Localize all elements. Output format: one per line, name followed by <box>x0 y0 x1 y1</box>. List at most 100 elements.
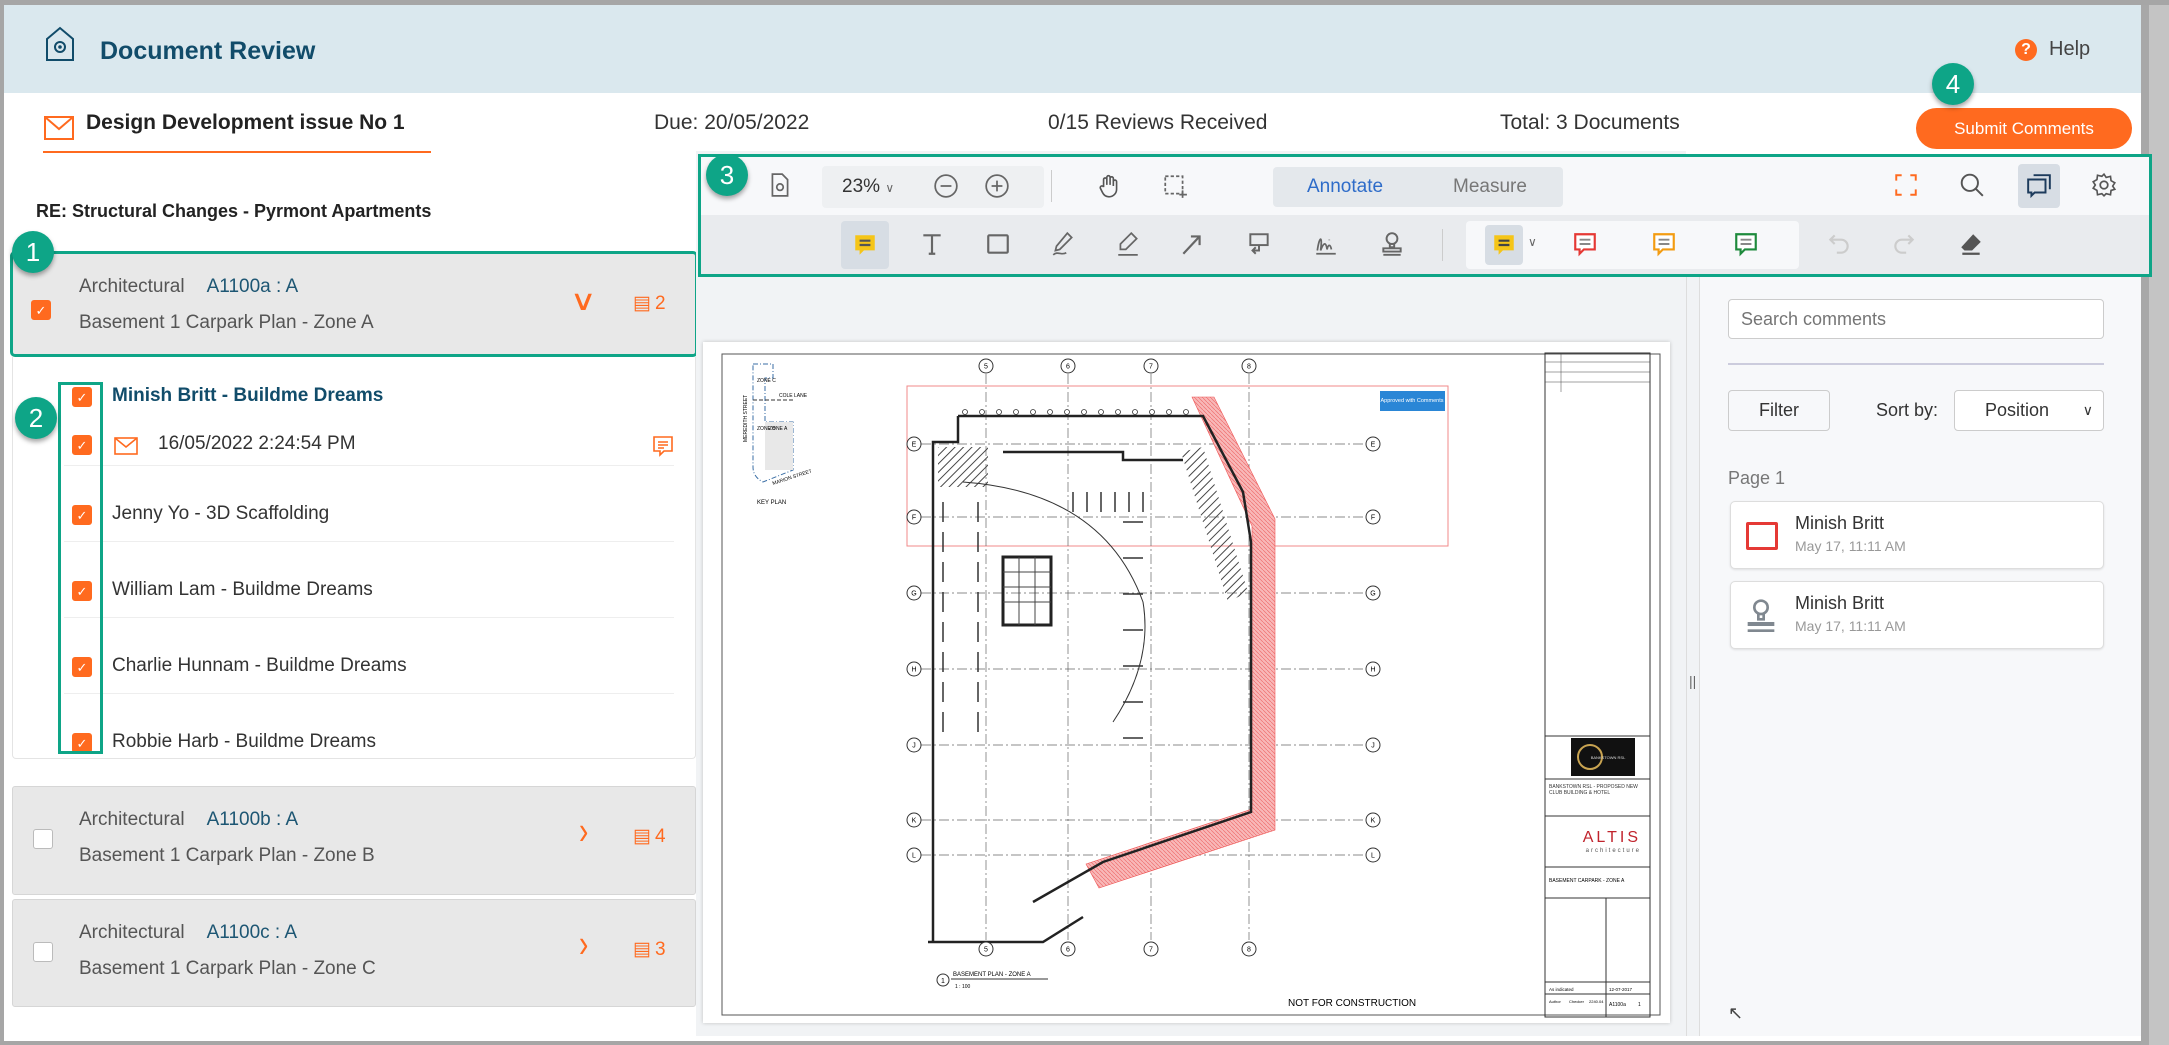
sticky-note-tool-icon[interactable] <box>841 221 889 269</box>
panel-resize-handle[interactable]: || <box>1686 275 1700 1036</box>
total-documents: Total: 3 Documents <box>1500 111 1680 134</box>
grid-column-label: 5 <box>984 364 988 371</box>
drawing-page[interactable]: ZONE C ZONE B ZONE A MEREDITH STREET COL… <box>703 342 1670 1023</box>
highlighter-tool-icon[interactable] <box>1111 227 1145 261</box>
column-marker <box>1098 409 1104 415</box>
zoom-in-icon[interactable] <box>980 169 1014 203</box>
active-tab-underline <box>43 151 431 153</box>
green-note-icon[interactable] <box>1729 227 1763 261</box>
callout-tool-icon[interactable] <box>1242 227 1276 261</box>
chevron-down-icon: ∨ <box>2082 402 2093 418</box>
comments-panel-icon[interactable] <box>2018 164 2060 208</box>
grid-row-label: J <box>912 743 916 750</box>
checked-by: Checker <box>1569 999 1585 1004</box>
column-marker <box>1166 409 1172 415</box>
review-subject: RE: Structural Changes - Pyrmont Apartme… <box>36 201 432 221</box>
reviewer-name[interactable]: Minish Britt - Buildme Dreams <box>112 385 383 407</box>
keyplan-street: MARION STREET <box>772 468 813 486</box>
architect-logo: ALTIS <box>1583 829 1641 846</box>
reviewer-name[interactable]: Jenny Yo - 3D Scaffolding <box>112 503 329 525</box>
mouse-cursor-icon: ↖ <box>1728 1003 1744 1023</box>
zoom-level-select[interactable]: 23% ∨ <box>842 176 894 198</box>
grid-row-label: F <box>1371 515 1375 522</box>
redo-icon[interactable] <box>1887 227 1921 261</box>
chevron-right-icon[interactable]: › <box>579 922 588 967</box>
pan-hand-icon[interactable] <box>1092 169 1126 203</box>
comment-item[interactable]: Minish Britt May 17, 11:11 AM <box>1730 501 2104 569</box>
house-gear-icon <box>46 26 74 61</box>
reviewer-name[interactable]: William Lam - Buildme Dreams <box>112 579 373 601</box>
grid-row-label: K <box>1371 818 1376 825</box>
reviews-received: 0/15 Reviews Received <box>1048 111 1268 134</box>
eraser-icon[interactable] <box>1954 227 1988 261</box>
callout-badge-1: 1 <box>12 231 54 273</box>
rectangle-tool-icon[interactable] <box>981 227 1015 261</box>
sort-select[interactable]: Position ∨ <box>1954 390 2104 431</box>
search-icon[interactable] <box>1955 168 1989 202</box>
comment-item[interactable]: Minish Britt May 17, 11:11 AM <box>1730 581 2104 649</box>
document-card-a1100c[interactable]: Architectural A1100c : A Basement 1 Carpa… <box>12 899 696 1007</box>
column-marker <box>979 409 985 415</box>
sheet-date: 12-07-2017 <box>1609 987 1633 992</box>
page-group-label: Page 1 <box>1728 468 1786 488</box>
comment-date: May 17, 11:11 AM <box>1795 618 1906 634</box>
callout-badge-4: 4 <box>1932 63 1974 105</box>
document-checkbox[interactable] <box>33 942 53 962</box>
document-checkbox[interactable] <box>33 829 53 849</box>
filter-button[interactable]: Filter <box>1728 390 1830 431</box>
comment-icon[interactable] <box>652 435 674 457</box>
tab-measure[interactable]: Measure <box>1453 176 1527 198</box>
fullscreen-icon[interactable] <box>1889 168 1923 202</box>
keyplan-street: MEREDITH STREET <box>743 395 749 442</box>
chevron-right-icon[interactable]: › <box>579 809 588 854</box>
reviewer-name[interactable]: Charlie Hunnam - Buildme Dreams <box>112 655 407 677</box>
stamp-icon <box>1747 599 1775 632</box>
text-tool-icon[interactable] <box>915 227 949 261</box>
stamp-tool-icon[interactable] <box>1375 227 1409 261</box>
grid-column-label: 6 <box>1066 947 1070 954</box>
red-note-icon[interactable] <box>1568 227 1602 261</box>
callout-badge-3: 3 <box>706 154 748 196</box>
signature-tool-icon[interactable] <box>1309 227 1343 261</box>
comment-icon: ▤ <box>633 826 651 847</box>
undo-icon[interactable] <box>1822 227 1856 261</box>
marquee-select-icon[interactable] <box>1158 169 1192 203</box>
document-settings-icon[interactable] <box>763 168 797 202</box>
comment-count-value: 3 <box>654 938 666 960</box>
document-card-a1100a[interactable]: ✓ Architectural A1100a : A Basement 1 Car… <box>10 251 698 357</box>
comment-date: May 17, 11:11 AM <box>1795 538 1906 554</box>
chevron-down-icon[interactable]: ∨ <box>570 284 597 317</box>
arrow-tool-icon[interactable] <box>1175 227 1209 261</box>
header: Document Review ? Help <box>4 5 2141 93</box>
document-checkbox[interactable]: ✓ <box>31 300 51 320</box>
grid-column-label: 8 <box>1247 364 1251 371</box>
keyplan-zone: ZONE C <box>757 378 776 384</box>
keyplan-zone: ZONE A <box>769 426 788 432</box>
comment-icon: ▤ <box>633 939 651 960</box>
zoom-out-icon[interactable] <box>929 169 963 203</box>
floor-plan-drawing: ZONE C ZONE B ZONE A MEREDITH STREET COL… <box>721 352 1661 1018</box>
orange-note-icon[interactable] <box>1647 227 1681 261</box>
submit-comments-button[interactable]: Submit Comments <box>1916 108 2132 149</box>
yellow-note-icon[interactable] <box>1485 225 1523 265</box>
reviewer-name[interactable]: Robbie Harb - Buildme Dreams <box>112 731 376 753</box>
comments-panel: Filter Sort by: Position ∨ Page 1 Minish … <box>1700 275 2141 1036</box>
tab-annotate[interactable]: Annotate <box>1307 176 1383 198</box>
document-card-a1100b[interactable]: Architectural A1100b : A Basement 1 Carpa… <box>12 786 696 895</box>
column-marker <box>1064 409 1070 415</box>
envelope-icon <box>44 116 74 140</box>
plan-scale: 1 : 100 <box>955 984 971 990</box>
job-number: 2240.04 <box>1589 999 1604 1004</box>
document-title: Basement 1 Carpark Plan - Zone C <box>79 958 376 979</box>
gear-icon[interactable] <box>2087 168 2121 202</box>
project-name: BANKSTOWN RSL - PROPOSED NEW CLUB BUILDI… <box>1549 784 1638 796</box>
architect-logo-sub: architecture <box>1586 848 1641 854</box>
pen-tool-icon[interactable] <box>1046 227 1080 261</box>
rectangle-annotation <box>906 385 1449 547</box>
grid-column-label: 8 <box>1247 947 1251 954</box>
help-link[interactable]: ? Help <box>2015 38 2090 61</box>
column-marker <box>1030 409 1036 415</box>
ramp-curve <box>962 481 1146 723</box>
chevron-down-icon[interactable]: ∨ <box>1528 235 1537 249</box>
search-comments-input[interactable] <box>1728 299 2104 339</box>
